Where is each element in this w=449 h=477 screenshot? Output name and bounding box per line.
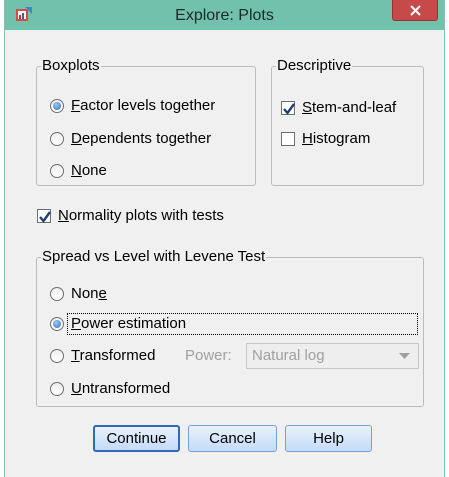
checkbox-indicator[interactable]	[37, 209, 51, 223]
power-dropdown-value: Natural log	[252, 347, 325, 364]
checkmark-icon	[39, 211, 51, 223]
boxplots-group: Boxplots	[36, 58, 256, 186]
radio-indicator[interactable]	[50, 164, 64, 178]
power-label: Power:	[185, 347, 232, 364]
close-button[interactable]	[392, 0, 438, 21]
boxplots-legend: Boxplots	[41, 57, 101, 74]
dialog-client: Boxplots Factor levels together Dependen…	[5, 30, 444, 477]
radio-label: None	[71, 162, 107, 179]
radio-label: Power estimation	[71, 315, 187, 332]
title-bar[interactable]: Explore: Plots	[5, 0, 444, 30]
checkbox-label: Normality plots with tests	[58, 207, 224, 224]
spread-legend: Spread vs Level with Levene Test	[41, 248, 267, 265]
window-title: Explore: Plots	[175, 7, 274, 24]
radio-indicator[interactable]	[50, 382, 64, 396]
checkmark-icon	[283, 103, 295, 115]
radio-label: Factor levels together	[71, 97, 216, 114]
radio-label: Untransformed	[71, 380, 171, 397]
radio-indicator[interactable]	[50, 287, 64, 301]
radio-indicator[interactable]	[50, 317, 64, 331]
help-button[interactable]: Help	[285, 425, 372, 452]
cancel-button[interactable]: Cancel	[188, 425, 277, 452]
checkbox-label: Stem-and-leaf	[302, 99, 397, 116]
dialog-window: Explore: Plots Boxplots Factor levels to…	[4, 0, 445, 477]
continue-button[interactable]: Continue	[93, 425, 180, 452]
radio-indicator[interactable]	[50, 99, 64, 113]
chevron-down-icon	[399, 353, 410, 359]
radio-indicator[interactable]	[50, 349, 64, 363]
checkbox-label: Histogram	[302, 130, 371, 147]
power-dropdown[interactable]: Natural log	[246, 343, 419, 369]
radio-label: Dependents together	[71, 130, 212, 147]
descriptive-legend: Descriptive	[276, 57, 353, 74]
checkbox-indicator[interactable]	[281, 101, 295, 115]
radio-label: Transformed	[71, 347, 156, 364]
checkbox-indicator[interactable]	[281, 132, 295, 146]
close-icon	[410, 5, 421, 16]
descriptive-group: Descriptive	[271, 58, 424, 186]
radio-label: None	[71, 285, 107, 302]
radio-indicator[interactable]	[50, 132, 64, 146]
